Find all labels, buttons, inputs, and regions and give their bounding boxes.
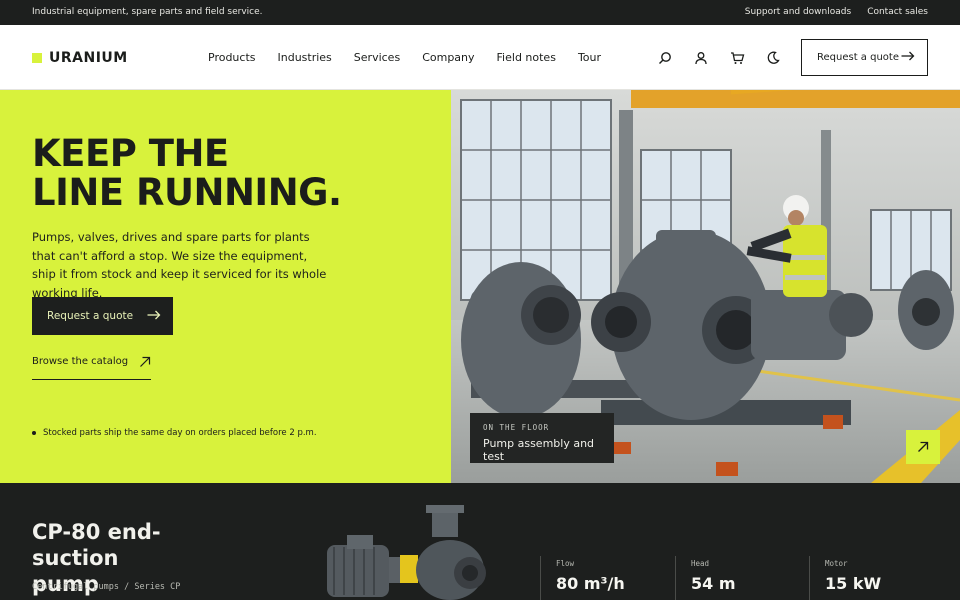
logo-mark	[32, 53, 42, 63]
support-link[interactable]: Support and downloads	[745, 7, 851, 17]
spec-value: 80 m³/h	[556, 574, 625, 593]
open-image-button[interactable]	[906, 430, 940, 464]
nav-company[interactable]: Company	[422, 51, 474, 64]
spec-value: 54 m	[691, 574, 736, 593]
spec-flow: Flow 80 m³/h	[540, 556, 625, 600]
arrow-up-right-icon	[918, 441, 929, 452]
bullet-icon	[32, 431, 36, 435]
arrow-right-icon	[147, 310, 161, 323]
header-quote-label: Request a quote	[817, 52, 899, 63]
spec-label: Flow	[556, 559, 575, 568]
image-caption: ON THE FLOOR Pump assembly and test	[470, 413, 614, 463]
shipping-note: Stocked parts ship the same day on order…	[32, 428, 317, 438]
main-nav: Products Industries Services Company Fie…	[208, 51, 601, 64]
nav-field-notes[interactable]: Field notes	[497, 51, 556, 64]
logo[interactable]: URANIUM	[32, 50, 128, 66]
user-icon[interactable]	[692, 49, 710, 67]
contact-sales-link[interactable]: Contact sales	[867, 7, 928, 17]
spec-value: 15 kW	[825, 574, 882, 593]
hero-image: ON THE FLOOR Pump assembly and test	[451, 90, 960, 483]
moon-icon[interactable]	[764, 49, 782, 67]
product-band: CP-80 end- suction pump Centrifugal pump…	[0, 483, 960, 600]
hero-subtitle: Pumps, valves, drives and spare parts fo…	[32, 230, 327, 300]
tagline: Industrial equipment, spare parts and fi…	[32, 7, 263, 17]
spec-motor: Motor 15 kW	[809, 556, 881, 600]
nav-services[interactable]: Services	[354, 51, 400, 64]
hero-title: KEEP THE LINE RUNNING.	[32, 132, 342, 214]
spec-label: Motor	[825, 559, 848, 568]
shipping-note-text: Stocked parts ship the same day on order…	[43, 428, 317, 438]
browse-catalog-link[interactable]: Browse the catalog	[32, 356, 151, 380]
caption-eyebrow: ON THE FLOOR	[483, 423, 550, 432]
hero-quote-label: Request a quote	[47, 310, 134, 322]
header-quote-button[interactable]: Request a quote	[801, 39, 928, 76]
search-icon[interactable]	[656, 49, 674, 67]
hero-quote-button[interactable]: Request a quote	[32, 297, 173, 335]
nav-tour[interactable]: Tour	[578, 51, 601, 64]
top-links: Support and downloads Contact sales	[745, 7, 928, 17]
nav-industries[interactable]: Industries	[278, 51, 332, 64]
product-category: Centrifugal pumps / Series CP	[32, 582, 181, 592]
header-icons	[656, 49, 782, 67]
arrow-right-icon	[901, 51, 915, 64]
nav-products[interactable]: Products	[208, 51, 256, 64]
spec-label: Head	[691, 559, 710, 568]
arrow-up-right-icon	[139, 356, 151, 379]
caption-title: Pump assembly and test	[483, 437, 595, 463]
spec-head: Head 54 m	[675, 556, 736, 600]
logo-text: URANIUM	[49, 50, 128, 66]
header: URANIUM Products Industries Services Com…	[0, 25, 960, 90]
cart-icon[interactable]	[728, 49, 746, 67]
pump-image	[327, 505, 486, 600]
browse-catalog-label: Browse the catalog	[32, 356, 129, 367]
hero-panel: KEEP THE LINE RUNNING. Pumps, valves, dr…	[0, 90, 451, 483]
top-bar: Industrial equipment, spare parts and fi…	[0, 0, 960, 25]
